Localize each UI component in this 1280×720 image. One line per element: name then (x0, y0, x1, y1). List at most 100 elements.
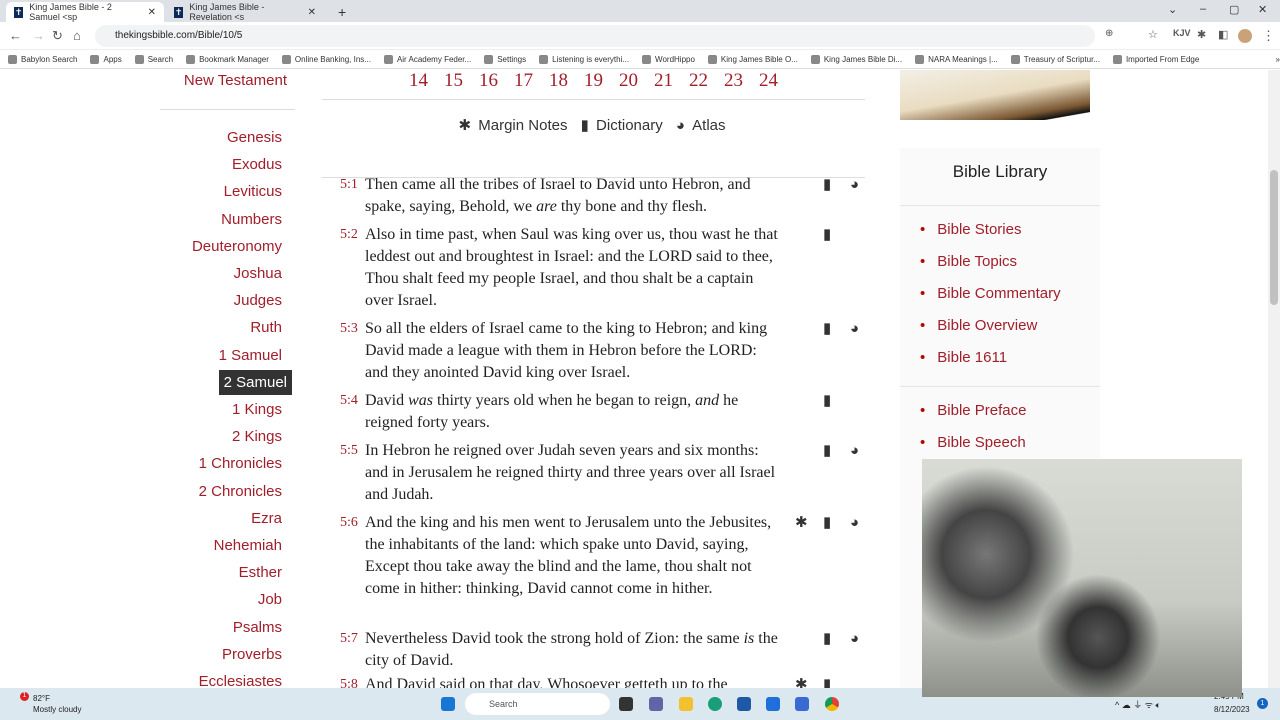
zoom-icon[interactable]: ⊕ (1105, 28, 1113, 39)
close-window-icon[interactable]: ✕ (1258, 3, 1267, 16)
bookmark-item[interactable]: Apps (90, 54, 122, 64)
sidebar-book-esther[interactable]: Esther (234, 563, 287, 582)
chapter-link[interactable]: 18 (541, 70, 576, 92)
dictionary-icon[interactable]: ▮ (823, 440, 831, 462)
weather-text[interactable]: Mostly cloudy (33, 705, 81, 714)
sidebar-book-1-chronicles[interactable]: 1 Chronicles (194, 454, 287, 473)
avatar[interactable] (1238, 29, 1252, 43)
sidebar-book-genesis[interactable]: Genesis (222, 128, 287, 147)
sidebar-book-numbers[interactable]: Numbers (216, 210, 287, 229)
library-link[interactable]: Bible Commentary (920, 278, 1100, 310)
verse-number[interactable]: 5:7 (340, 628, 358, 650)
atlas-globe-icon[interactable]: ◕ (850, 174, 859, 196)
sidebar-book-joshua[interactable]: Joshua (229, 264, 287, 283)
temperature[interactable]: 82°F (33, 694, 50, 703)
chapter-link[interactable]: 22 (681, 70, 716, 92)
tab-revelation[interactable]: ✝ King James Bible - Revelation <s ✕ (166, 2, 324, 22)
sidebar-book-proverbs[interactable]: Proverbs (217, 645, 287, 664)
scrollbar[interactable] (1268, 70, 1280, 688)
verse-number[interactable]: 5:4 (340, 390, 358, 412)
side-panel-icon[interactable]: ◧ (1218, 28, 1228, 41)
chapter-link[interactable]: 21 (646, 70, 681, 92)
sidebar-book-2-kings[interactable]: 2 Kings (227, 427, 287, 446)
kjv-extension-icon[interactable]: KJV (1173, 28, 1191, 38)
verse-number[interactable]: 5:2 (340, 224, 358, 246)
task-view-icon[interactable] (619, 697, 633, 711)
bookmark-item[interactable]: King James Bible Di... (810, 54, 902, 64)
tab-search-icon[interactable]: ⌄ (1168, 3, 1177, 16)
sidebar-book-job[interactable]: Job (253, 590, 287, 609)
verse-number[interactable]: 5:6 (340, 512, 358, 534)
scrollbar-thumb[interactable] (1270, 170, 1278, 305)
address-bar[interactable]: thekingsbible.com/Bible/10/5 (95, 25, 1095, 47)
dictionary-icon[interactable]: ▮ (823, 674, 831, 688)
library-link[interactable]: Bible Topics (920, 246, 1100, 278)
atlas-globe-icon[interactable]: ◕ (850, 440, 859, 462)
bookmark-item[interactable]: Listening is everythi... (539, 54, 629, 64)
bookmark-item[interactable]: Air Academy Feder... (383, 54, 471, 64)
sidebar-book-exodus[interactable]: Exodus (227, 155, 287, 174)
library-link[interactable]: Bible Stories (920, 214, 1100, 246)
sidebar-book-1-samuel[interactable]: 1 Samuel (214, 346, 287, 365)
verse-number[interactable]: 5:1 (340, 174, 358, 196)
more-bookmarks-icon[interactable]: » (1276, 55, 1280, 64)
sidebar-book-deuteronomy[interactable]: Deuteronomy (187, 237, 287, 256)
chapter-link[interactable]: 16 (471, 70, 506, 92)
chapter-link[interactable]: 23 (716, 70, 751, 92)
margin-note-icon[interactable]: ✱ (795, 512, 808, 534)
taskbar-search[interactable]: Search (465, 693, 610, 715)
chapter-link[interactable]: 24 (751, 70, 786, 92)
reload-icon[interactable]: ↻ (52, 28, 63, 44)
bookmark-item[interactable]: Imported From Edge (1112, 54, 1199, 64)
verse-number[interactable]: 5:5 (340, 440, 358, 462)
sidebar-book-ezra[interactable]: Ezra (246, 509, 287, 528)
teams-icon[interactable] (649, 697, 663, 711)
tab-2-samuel[interactable]: ✝ King James Bible - 2 Samuel <sp ✕ (6, 2, 164, 22)
chapter-link[interactable]: 19 (576, 70, 611, 92)
atlas-globe-icon[interactable]: ◕ (850, 318, 859, 340)
atlas-globe-icon[interactable]: ◕ (850, 628, 859, 650)
dictionary-link[interactable]: ▮ Dictionary (581, 117, 666, 134)
notification-badge[interactable]: 1 (1257, 698, 1268, 709)
close-tab-icon[interactable]: ✕ (148, 7, 156, 18)
minimize-icon[interactable]: – (1200, 3, 1206, 15)
dictionary-icon[interactable]: ▮ (823, 628, 831, 650)
sidebar-book-psalms[interactable]: Psalms (228, 618, 287, 637)
library-link[interactable]: Bible Preface (920, 395, 1100, 427)
verse-number[interactable]: 5:8 (340, 674, 358, 688)
bookmark-item[interactable]: Babylon Search (8, 54, 77, 64)
bookmark-item[interactable]: Settings (484, 54, 526, 64)
clock-date[interactable]: 8/12/2023 (1214, 705, 1250, 714)
dictionary-icon[interactable]: ▮ (823, 512, 831, 534)
bookmark-item[interactable]: Search (134, 54, 173, 64)
chapter-link[interactable]: 17 (506, 70, 541, 92)
sidebar-book-1-kings[interactable]: 1 Kings (227, 400, 287, 419)
app-icon-2[interactable] (795, 697, 809, 711)
chrome-icon[interactable] (825, 697, 839, 711)
sidebar-book-leviticus[interactable]: Leviticus (219, 182, 287, 201)
new-testament-link[interactable]: New Testament (184, 72, 287, 89)
tray-icons[interactable]: ^ ☁ ⏚ ᯤ 🔈︎ (1115, 698, 1161, 711)
sidebar-book-2-chronicles[interactable]: 2 Chronicles (194, 482, 287, 501)
sidebar-book-ruth[interactable]: Ruth (245, 318, 287, 337)
bookmark-item[interactable]: Treasury of Scriptur... (1010, 54, 1100, 64)
bookmark-item[interactable]: WordHippo (642, 54, 695, 64)
chapter-link[interactable]: 20 (611, 70, 646, 92)
library-link[interactable]: Bible Overview (920, 310, 1100, 342)
star-icon[interactable]: ☆ (1148, 28, 1158, 41)
dictionary-icon[interactable]: ▮ (823, 318, 831, 340)
verse-number[interactable]: 5:3 (340, 318, 358, 340)
close-tab-icon[interactable]: ✕ (308, 7, 316, 18)
bookmark-item[interactable]: NARA Meanings |... (915, 54, 998, 64)
atlas-link[interactable]: ◕ Atlas (676, 117, 729, 134)
bookmark-item[interactable]: Online Banking, Ins... (281, 54, 371, 64)
dictionary-icon[interactable]: ▮ (823, 174, 831, 196)
menu-icon[interactable]: ⋮ (1262, 28, 1275, 44)
extensions-icon[interactable]: ✱ (1197, 28, 1206, 41)
chapter-link[interactable]: 15 (436, 70, 471, 92)
dictionary-icon[interactable]: ▮ (823, 224, 831, 246)
margin-note-icon[interactable]: ✱ (795, 674, 808, 688)
sidebar-book-ecclesiastes[interactable]: Ecclesiastes (194, 672, 287, 688)
edge-icon[interactable] (708, 697, 722, 711)
chapter-link[interactable]: 14 (401, 70, 436, 92)
